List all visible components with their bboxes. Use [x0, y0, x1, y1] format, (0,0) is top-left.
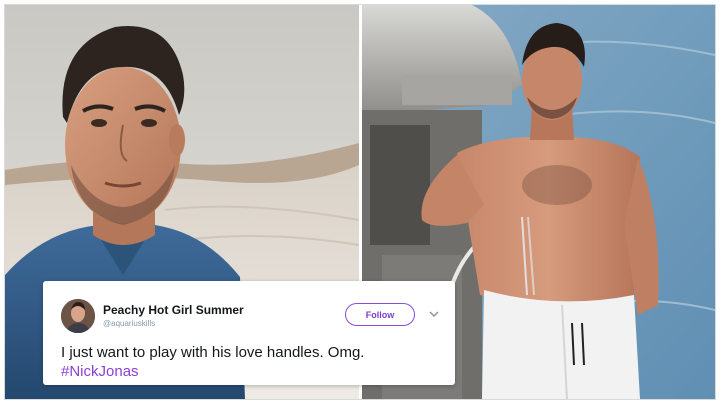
follow-button[interactable]: Follow — [345, 303, 415, 326]
hashtag-link[interactable]: #NickJonas — [61, 362, 451, 381]
tweet-text: I just want to play with his love handle… — [61, 343, 451, 381]
avatar-image — [61, 299, 95, 333]
chevron-down-icon[interactable] — [428, 309, 440, 319]
tweet-card: Peachy Hot Girl Summer @aquariuskills Fo… — [43, 281, 455, 385]
image-frame: Peachy Hot Girl Summer @aquariuskills Fo… — [4, 4, 716, 400]
author-name[interactable]: Peachy Hot Girl Summer — [103, 303, 244, 317]
tweet-body: I just want to play with his love handle… — [61, 344, 365, 361]
author-handle[interactable]: @aquariuskills — [103, 319, 155, 328]
avatar[interactable] — [61, 299, 95, 333]
